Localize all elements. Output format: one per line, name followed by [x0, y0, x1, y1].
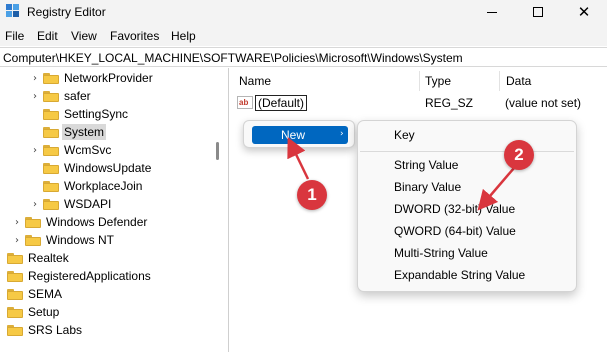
tree-item-label: Setup	[28, 305, 60, 319]
tree-item-sema[interactable]: SEMA	[0, 285, 64, 303]
tree-item-label: safer	[64, 89, 91, 103]
menu-bar: File Edit View Favorites Help	[0, 24, 607, 46]
registry-tree[interactable]: › NetworkProvider › safer SettingSync Sy…	[0, 68, 226, 352]
tree-item-workplacejoin[interactable]: WorkplaceJoin	[30, 177, 144, 195]
tree-item-label: Realtek	[28, 251, 69, 265]
tree-item-label: RegisteredApplications	[28, 269, 151, 283]
tree-item-networkprovider[interactable]: › NetworkProvider	[30, 69, 155, 87]
minimize-icon	[487, 11, 497, 13]
tree-item-label: WcmSvc	[64, 143, 112, 157]
submenu-item-expandable-string-value[interactable]: Expandable String Value	[394, 268, 525, 282]
value-data: (value not set)	[505, 96, 582, 110]
chevron-right-icon[interactable]: ›	[30, 91, 40, 102]
tree-item-registeredapplications[interactable]: RegisteredApplications	[0, 267, 153, 285]
folder-icon	[43, 144, 59, 156]
folder-icon	[7, 270, 23, 282]
tree-item-windows-nt[interactable]: › Windows NT	[12, 231, 116, 249]
value-name: (Default)	[255, 95, 308, 111]
close-icon: ✕	[577, 2, 591, 21]
submenu-item-multi-string-value[interactable]: Multi-String Value	[394, 246, 488, 260]
menu-view[interactable]: View	[71, 29, 97, 43]
folder-icon	[43, 180, 59, 192]
column-header-type[interactable]: Type	[425, 74, 451, 88]
column-divider[interactable]	[499, 71, 500, 91]
folder-icon	[7, 252, 23, 264]
address-bar[interactable]: Computer\HKEY_LOCAL_MACHINE\SOFTWARE\Pol…	[0, 47, 607, 67]
new-submenu: Key String Value Binary Value DWORD (32-…	[357, 120, 577, 292]
tree-item-wcmsvc[interactable]: › WcmSvc	[30, 141, 113, 159]
tree-item-realtek[interactable]: Realtek	[0, 249, 71, 267]
tree-item-label: WindowsUpdate	[64, 161, 152, 175]
context-menu: New ›	[243, 120, 355, 148]
tree-item-label: NetworkProvider	[64, 71, 153, 85]
chevron-right-icon[interactable]: ›	[30, 199, 40, 210]
tree-item-safer[interactable]: › safer	[30, 87, 93, 105]
submenu-item-binary-value[interactable]: Binary Value	[394, 180, 461, 194]
folder-icon	[43, 126, 59, 138]
submenu-item-dword-value[interactable]: DWORD (32-bit) Value	[394, 202, 515, 216]
registry-editor-app-icon	[6, 4, 19, 17]
folder-icon	[7, 324, 23, 336]
address-path[interactable]: Computer\HKEY_LOCAL_MACHINE\SOFTWARE\Pol…	[3, 51, 463, 65]
title-bar: Registry Editor ✕	[0, 0, 607, 24]
submenu-item-key[interactable]: Key	[394, 128, 415, 142]
chevron-right-icon[interactable]: ›	[12, 235, 22, 246]
folder-icon	[43, 90, 59, 102]
folder-icon	[43, 198, 59, 210]
tree-item-label: WSDAPI	[64, 197, 112, 211]
menu-file[interactable]: File	[5, 29, 24, 43]
maximize-icon	[533, 7, 543, 17]
chevron-right-icon[interactable]: ›	[30, 73, 40, 84]
minimize-button[interactable]	[469, 0, 515, 24]
window-title: Registry Editor	[27, 5, 106, 19]
new-menu-item[interactable]: New ›	[252, 126, 348, 144]
tree-item-label: System	[62, 124, 107, 140]
tree-item-label: Windows NT	[46, 233, 115, 247]
column-header-data[interactable]: Data	[506, 74, 531, 88]
menu-edit[interactable]: Edit	[37, 29, 58, 43]
tree-item-label: Windows Defender	[46, 215, 148, 229]
column-divider[interactable]	[419, 71, 420, 91]
column-header-name[interactable]: Name	[239, 74, 271, 88]
folder-icon	[43, 72, 59, 84]
folder-icon	[7, 288, 23, 300]
tree-scrollbar-thumb[interactable]	[216, 142, 219, 160]
tree-item-wsdapi[interactable]: › WSDAPI	[30, 195, 113, 213]
submenu-item-string-value[interactable]: String Value	[394, 158, 458, 172]
tree-item-label: WorkplaceJoin	[64, 179, 143, 193]
annotation-badge-2: 2	[504, 140, 534, 170]
chevron-right-icon: ›	[340, 129, 344, 139]
menu-separator	[360, 151, 574, 152]
folder-icon	[7, 306, 23, 318]
annotation-badge-1: 1	[297, 180, 327, 210]
menu-help[interactable]: Help	[171, 29, 196, 43]
folder-icon	[43, 108, 59, 120]
tree-item-setup[interactable]: Setup	[0, 303, 61, 321]
tree-item-srs-labs[interactable]: SRS Labs	[0, 321, 84, 339]
menu-favorites[interactable]: Favorites	[110, 29, 159, 43]
tree-item-windowsupdate[interactable]: WindowsUpdate	[30, 159, 153, 177]
maximize-button[interactable]	[515, 0, 561, 24]
folder-icon	[25, 216, 41, 228]
new-menu-label: New	[281, 128, 306, 142]
close-button[interactable]: ✕	[561, 0, 607, 24]
tree-item-label: SRS Labs	[28, 323, 83, 337]
chevron-right-icon[interactable]: ›	[30, 145, 40, 156]
tree-item-label: SEMA	[28, 287, 63, 301]
submenu-item-qword-value[interactable]: QWORD (64-bit) Value	[394, 224, 516, 238]
folder-icon	[25, 234, 41, 246]
tree-item-system[interactable]: System	[30, 123, 107, 141]
folder-icon	[43, 162, 59, 174]
value-type: REG_SZ	[425, 96, 474, 110]
value-row-default[interactable]: ab (Default) REG_SZ (value not set)	[237, 94, 607, 112]
chevron-right-icon[interactable]: ›	[12, 217, 22, 228]
string-value-icon: ab	[237, 96, 253, 109]
tree-item-windows-defender[interactable]: › Windows Defender	[12, 213, 149, 231]
tree-item-label: SettingSync	[64, 107, 129, 121]
tree-item-settingsync[interactable]: SettingSync	[30, 105, 130, 123]
